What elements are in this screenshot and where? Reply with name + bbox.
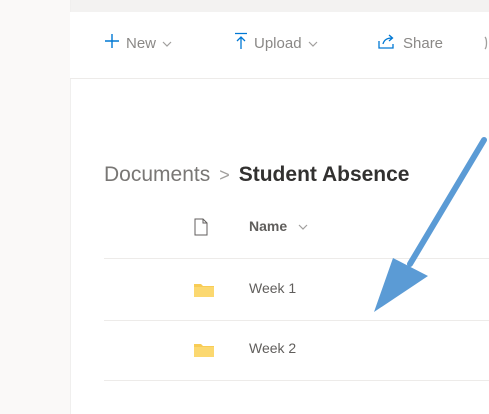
arrow-shaft bbox=[407, 137, 487, 267]
annotation-arrow bbox=[374, 137, 487, 312]
arrow-head bbox=[374, 258, 428, 312]
